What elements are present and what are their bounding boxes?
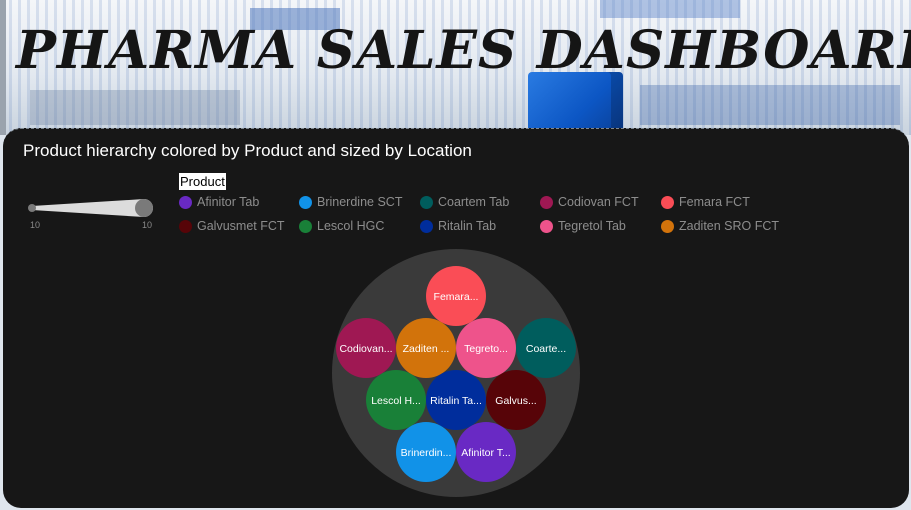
dashboard-title: PHARMA SALES DASHBOARD <box>16 20 911 81</box>
bubble-label: Lescol H... <box>371 395 421 407</box>
banner-edge <box>0 0 6 135</box>
bubble-label: Zaditen ... <box>403 343 450 355</box>
banner-decoration <box>600 0 740 18</box>
chart-panel: Product hierarchy colored by Product and… <box>3 128 909 508</box>
bubble-label: Afinitor T... <box>461 447 510 459</box>
bubble-label: Femara... <box>434 291 479 303</box>
bubble-label: Coarte... <box>526 343 566 355</box>
banner-decoration <box>30 90 240 125</box>
bubble-label: Codiovan... <box>339 343 392 355</box>
bubble-label: Ritalin Ta... <box>430 395 482 407</box>
bubble-label: Brinerdin... <box>401 447 452 459</box>
header-banner: PHARMA SALES DASHBOARD <box>0 0 911 135</box>
bubble-label: Galvus... <box>495 395 536 407</box>
bubble-chart: Femara... Codiovan... Zaditen ... Tegreto..… <box>332 249 580 497</box>
banner-decoration <box>640 85 900 125</box>
bubble-label: Tegreto... <box>464 343 508 355</box>
